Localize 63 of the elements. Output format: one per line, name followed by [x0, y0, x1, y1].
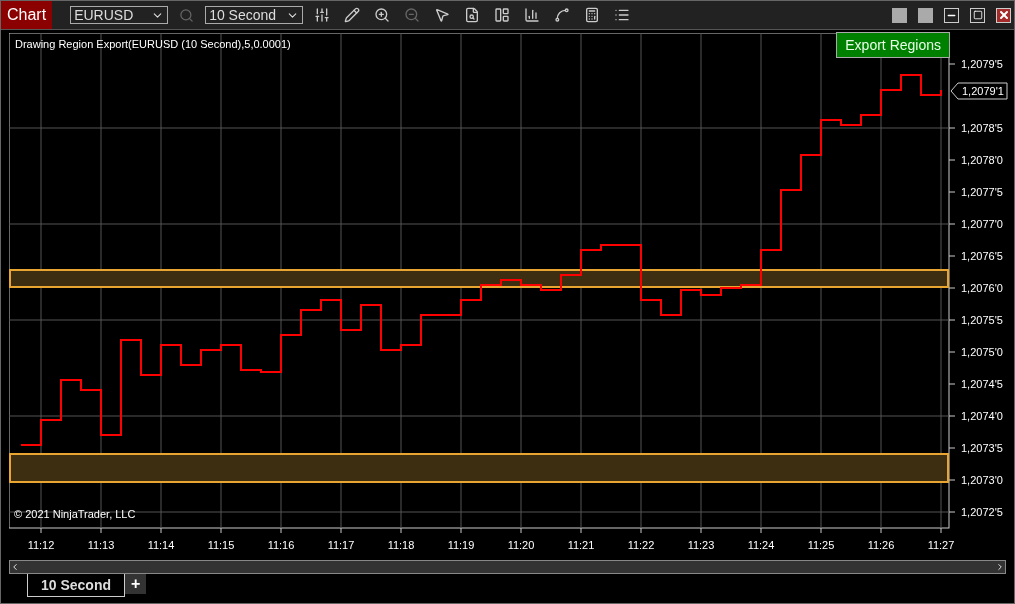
time-axis-label: 11:12 — [27, 539, 55, 551]
close-icon — [997, 9, 1010, 21]
time-axis-label: 11:18 — [387, 539, 415, 551]
export-regions-button[interactable]: Export Regions — [836, 32, 950, 58]
highlight-band[interactable] — [9, 269, 949, 288]
time-axis-label: 11:24 — [747, 539, 775, 551]
time-axis-label: 11:21 — [567, 539, 595, 551]
indicator-label: Drawing Region Export(EURUSD (10 Second),5,0.0001) — [15, 38, 291, 50]
price-axis-label: 1,2073'5 — [961, 442, 1003, 454]
chart-tab[interactable]: 10 Second — [27, 574, 126, 597]
maximize-button[interactable] — [970, 7, 985, 23]
current-price-label: 1,2079'1 — [962, 85, 1004, 97]
time-axis-label: 11:17 — [327, 539, 355, 551]
search-icon[interactable] — [179, 7, 195, 23]
list-icon[interactable] — [614, 7, 631, 23]
pencil-icon[interactable] — [344, 7, 361, 23]
window-button[interactable] — [892, 7, 907, 23]
window-title: Chart — [1, 1, 53, 29]
price-axis-label: 1,2075'0 — [961, 346, 1003, 358]
pointer-icon[interactable] — [434, 7, 451, 23]
price-axis-label: 1,2074'0 — [961, 410, 1003, 422]
sliders-icon[interactable] — [314, 7, 331, 23]
zoom-in-icon[interactable] — [374, 7, 391, 23]
price-axis-label: 1,2079'5 — [961, 58, 1003, 70]
time-axis-label: 11:23 — [687, 539, 715, 551]
price-axis-label: 1,2073'0 — [961, 474, 1003, 486]
time-axis-label: 11:20 — [507, 539, 535, 551]
price-axis-label: 1,2078'5 — [961, 122, 1003, 134]
line-chart-icon[interactable] — [554, 7, 571, 23]
price-axis-label: 1,2076'0 — [961, 282, 1003, 294]
horizontal-scrollbar[interactable] — [9, 560, 1006, 574]
instrument-dropdown[interactable]: EURUSD — [70, 6, 169, 24]
price-axis-label: 1,2077'0 — [961, 218, 1003, 230]
time-axis-label: 11:16 — [267, 539, 295, 551]
minimize-button[interactable] — [944, 7, 959, 23]
zoom-out-icon[interactable] — [404, 7, 421, 23]
close-button[interactable] — [996, 7, 1011, 23]
price-axis-label: 1,2078'0 — [961, 154, 1003, 166]
time-axis-label: 11:27 — [927, 539, 955, 551]
panel-icon[interactable] — [494, 7, 511, 23]
copyright-text: © 2021 NinjaTrader, LLC — [14, 508, 136, 520]
interval-dropdown[interactable]: 10 Second — [205, 6, 304, 24]
time-axis-label: 11:22 — [627, 539, 655, 551]
highlight-band[interactable] — [9, 453, 949, 483]
window-button[interactable] — [918, 7, 933, 23]
price-axis-label: 1,2074'5 — [961, 378, 1003, 390]
price-axis-label: 1,2077'5 — [961, 186, 1003, 198]
bar-chart-icon[interactable] — [524, 7, 541, 23]
add-tab-button[interactable]: + — [125, 574, 147, 594]
price-axis-label: 1,2076'5 — [961, 250, 1003, 262]
time-axis-label: 11:26 — [867, 539, 895, 551]
time-axis-label: 11:25 — [807, 539, 835, 551]
price-axis-label: 1,2072'5 — [961, 506, 1003, 518]
maximize-icon — [972, 10, 983, 20]
document-search-icon[interactable] — [464, 7, 481, 23]
time-axis-label: 11:15 — [207, 539, 235, 551]
calculator-icon[interactable] — [584, 7, 601, 23]
time-axis-label: 11:14 — [147, 539, 175, 551]
time-axis-label: 11:19 — [447, 539, 475, 551]
scroll-left-icon[interactable] — [10, 562, 20, 572]
price-axis-label: 1,2075'5 — [961, 314, 1003, 326]
time-axis-label: 11:13 — [87, 539, 115, 551]
scroll-right-icon[interactable] — [995, 562, 1005, 572]
